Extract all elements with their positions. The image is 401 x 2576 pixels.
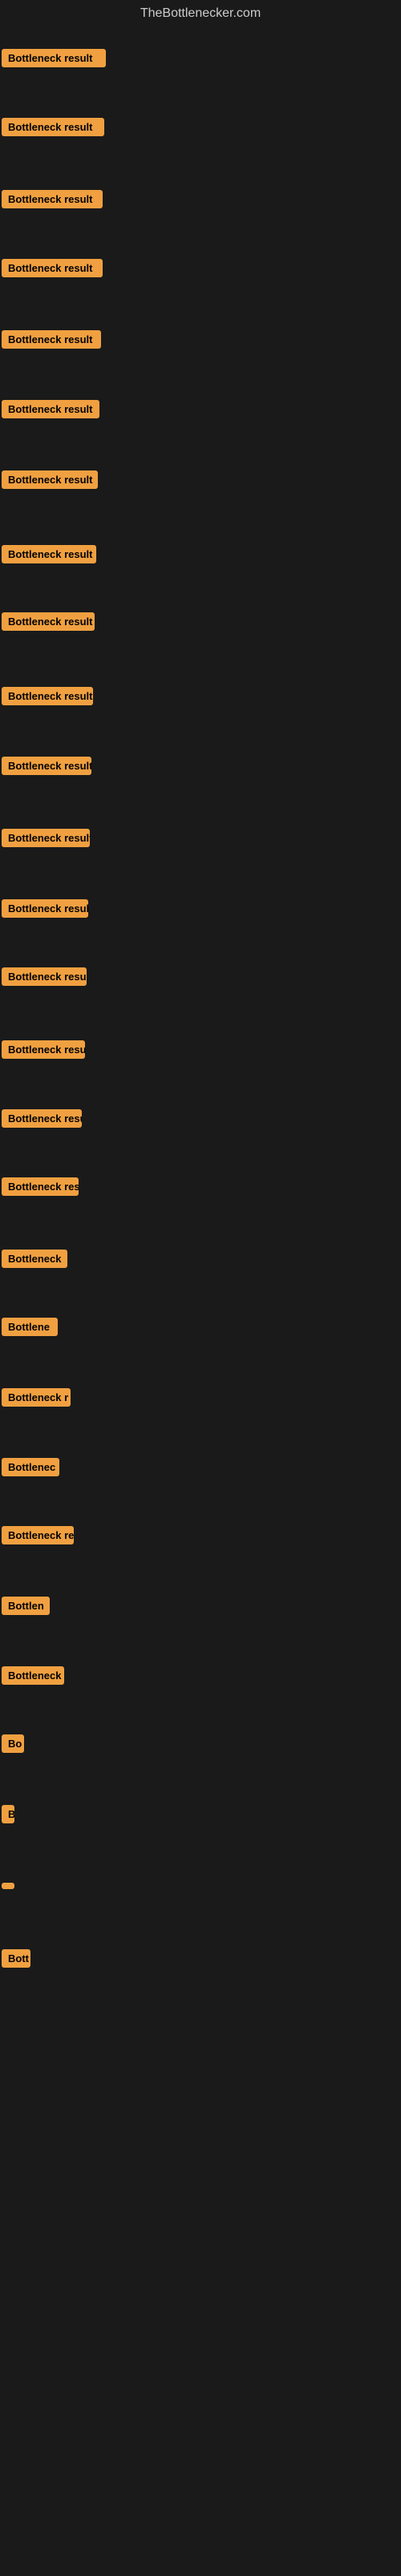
list-item: Bottleneck result [2, 829, 90, 851]
bottleneck-result-badge[interactable]: Bottleneck [2, 1666, 64, 1685]
bottleneck-result-badge[interactable]: Bottleneck result [2, 967, 87, 986]
list-item: Bottleneck result [2, 49, 106, 71]
bottleneck-result-badge[interactable]: Bottleneck r [2, 1388, 71, 1407]
site-title: TheBottlenecker.com [0, 0, 401, 24]
list-item: Bottlenec [2, 1458, 59, 1480]
list-item: Bottleneck result [2, 687, 93, 709]
list-item: Bott [2, 1949, 30, 1972]
bottleneck-result-badge[interactable]: Bottlenec [2, 1458, 59, 1476]
bottleneck-result-badge[interactable]: Bottleneck result [2, 400, 99, 418]
bottleneck-result-badge[interactable] [2, 1883, 14, 1889]
list-item: Bottleneck result [2, 259, 103, 281]
bottleneck-result-badge[interactable]: Bottleneck result [2, 118, 104, 136]
list-item: Bottleneck result [2, 330, 101, 353]
bottleneck-result-badge[interactable]: Bottleneck result [2, 687, 93, 705]
list-item: Bottleneck r [2, 1388, 71, 1411]
list-item: Bottleneck result [2, 1040, 85, 1063]
list-item: Bottleneck result [2, 612, 95, 635]
list-item: B [2, 1805, 14, 1827]
bottleneck-result-badge[interactable]: B [2, 1805, 14, 1823]
bottleneck-result-badge[interactable]: Bott [2, 1949, 30, 1968]
bottleneck-result-badge[interactable]: Bottleneck result [2, 470, 98, 489]
list-item: Bottlen [2, 1597, 50, 1619]
list-item: Bottleneck re [2, 1526, 74, 1548]
bottleneck-result-badge[interactable]: Bottlene [2, 1318, 58, 1336]
bottleneck-result-badge[interactable]: Bottleneck [2, 1250, 67, 1268]
list-item: Bottleneck result [2, 899, 88, 922]
bottleneck-result-badge[interactable]: Bottleneck re [2, 1526, 74, 1544]
bottleneck-result-badge[interactable]: Bottleneck result [2, 829, 90, 847]
bottleneck-result-badge[interactable]: Bottleneck result [2, 545, 96, 563]
bottleneck-result-badge[interactable]: Bottleneck result [2, 49, 106, 67]
list-item: Bottleneck result [2, 1177, 79, 1200]
list-item: Bottleneck result [2, 118, 104, 140]
list-item: Bo [2, 1734, 24, 1757]
list-item: Bottleneck [2, 1250, 67, 1272]
bottleneck-result-badge[interactable]: Bottlen [2, 1597, 50, 1615]
bottleneck-result-badge[interactable]: Bottleneck result [2, 1040, 85, 1059]
list-item: Bottleneck result [2, 1109, 82, 1132]
list-item: Bottleneck result [2, 470, 98, 493]
bottleneck-result-badge[interactable]: Bottleneck result [2, 757, 91, 775]
list-item: Bottleneck result [2, 757, 91, 779]
bottleneck-result-badge[interactable]: Bottleneck result [2, 330, 101, 349]
list-item: Bottleneck result [2, 545, 96, 567]
list-item [2, 1879, 14, 1893]
list-item: Bottleneck result [2, 400, 99, 422]
bottleneck-result-badge[interactable]: Bottleneck result [2, 1177, 79, 1196]
bottleneck-result-badge[interactable]: Bottleneck result [2, 899, 88, 918]
bottleneck-result-badge[interactable]: Bottleneck result [2, 190, 103, 208]
list-item: Bottlene [2, 1318, 58, 1340]
list-item: Bottleneck result [2, 967, 87, 990]
list-item: Bottleneck [2, 1666, 64, 1689]
bottleneck-result-badge[interactable]: Bottleneck result [2, 1109, 82, 1128]
list-item: Bottleneck result [2, 190, 103, 212]
bottleneck-result-badge[interactable]: Bottleneck result [2, 259, 103, 277]
bottleneck-result-badge[interactable]: Bottleneck result [2, 612, 95, 631]
bottleneck-result-badge[interactable]: Bo [2, 1734, 24, 1753]
